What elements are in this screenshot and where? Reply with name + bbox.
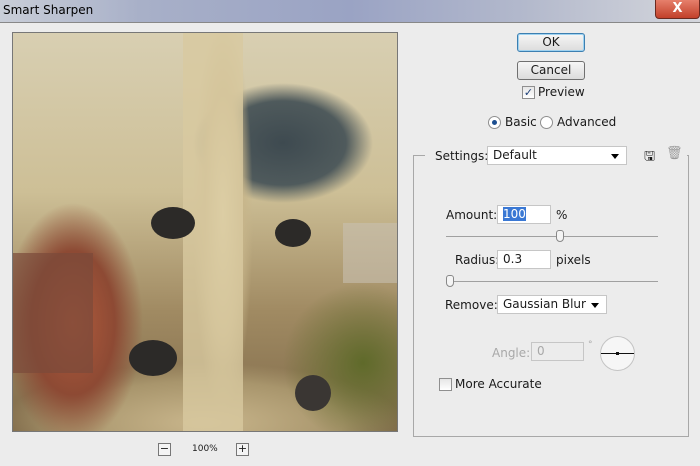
amount-label: Amount:: [446, 208, 498, 222]
remove-dropdown[interactable]: Gaussian Blur: [497, 295, 607, 314]
title-bar: Smart Sharpen X: [0, 0, 700, 22]
amount-value: 100: [503, 207, 526, 221]
settings-dropdown[interactable]: Default: [487, 146, 627, 165]
zoom-out-button[interactable]: −: [158, 443, 171, 456]
cancel-button[interactable]: Cancel: [517, 61, 585, 80]
settings-label: Settings:: [435, 149, 489, 163]
more-accurate-label: More Accurate: [455, 377, 542, 391]
save-settings-icon[interactable]: 🖫: [644, 147, 655, 169]
radius-input[interactable]: 0.3: [497, 250, 551, 269]
angle-unit: °: [588, 340, 593, 350]
amount-slider-thumb[interactable]: [556, 230, 565, 242]
radius-label: Radius:: [455, 253, 500, 267]
amount-unit: %: [556, 208, 568, 222]
zoom-in-button[interactable]: +: [236, 443, 249, 456]
amount-slider-track[interactable]: [446, 236, 658, 237]
advanced-radio[interactable]: [540, 116, 553, 129]
angle-label: Angle:: [492, 346, 531, 360]
ok-button[interactable]: OK: [517, 33, 585, 52]
fountain-photo: [13, 33, 397, 431]
angle-dial: [600, 336, 635, 371]
remove-value: Gaussian Blur: [503, 297, 586, 311]
window-title: Smart Sharpen: [3, 3, 94, 17]
radius-slider-thumb[interactable]: [446, 275, 455, 287]
more-accurate-checkbox[interactable]: [439, 378, 452, 391]
preview-checkbox[interactable]: ✓: [522, 86, 535, 99]
close-button[interactable]: X: [655, 0, 700, 19]
radius-unit: pixels: [556, 253, 591, 267]
basic-label: Basic: [505, 115, 537, 129]
trash-icon[interactable]: 🗑: [666, 146, 683, 161]
angle-input: 0: [531, 342, 584, 361]
preview-label: Preview: [538, 85, 585, 99]
amount-input[interactable]: 100: [497, 205, 551, 224]
radius-value: 0.3: [503, 252, 523, 266]
preview-image[interactable]: [12, 32, 398, 432]
settings-value: Default: [493, 148, 537, 162]
remove-label: Remove:: [445, 298, 498, 312]
radius-slider-track[interactable]: [446, 281, 658, 282]
basic-radio[interactable]: [488, 116, 501, 129]
zoom-level: 100%: [192, 444, 218, 454]
advanced-label: Advanced: [557, 115, 617, 129]
angle-value: 0: [537, 344, 545, 358]
